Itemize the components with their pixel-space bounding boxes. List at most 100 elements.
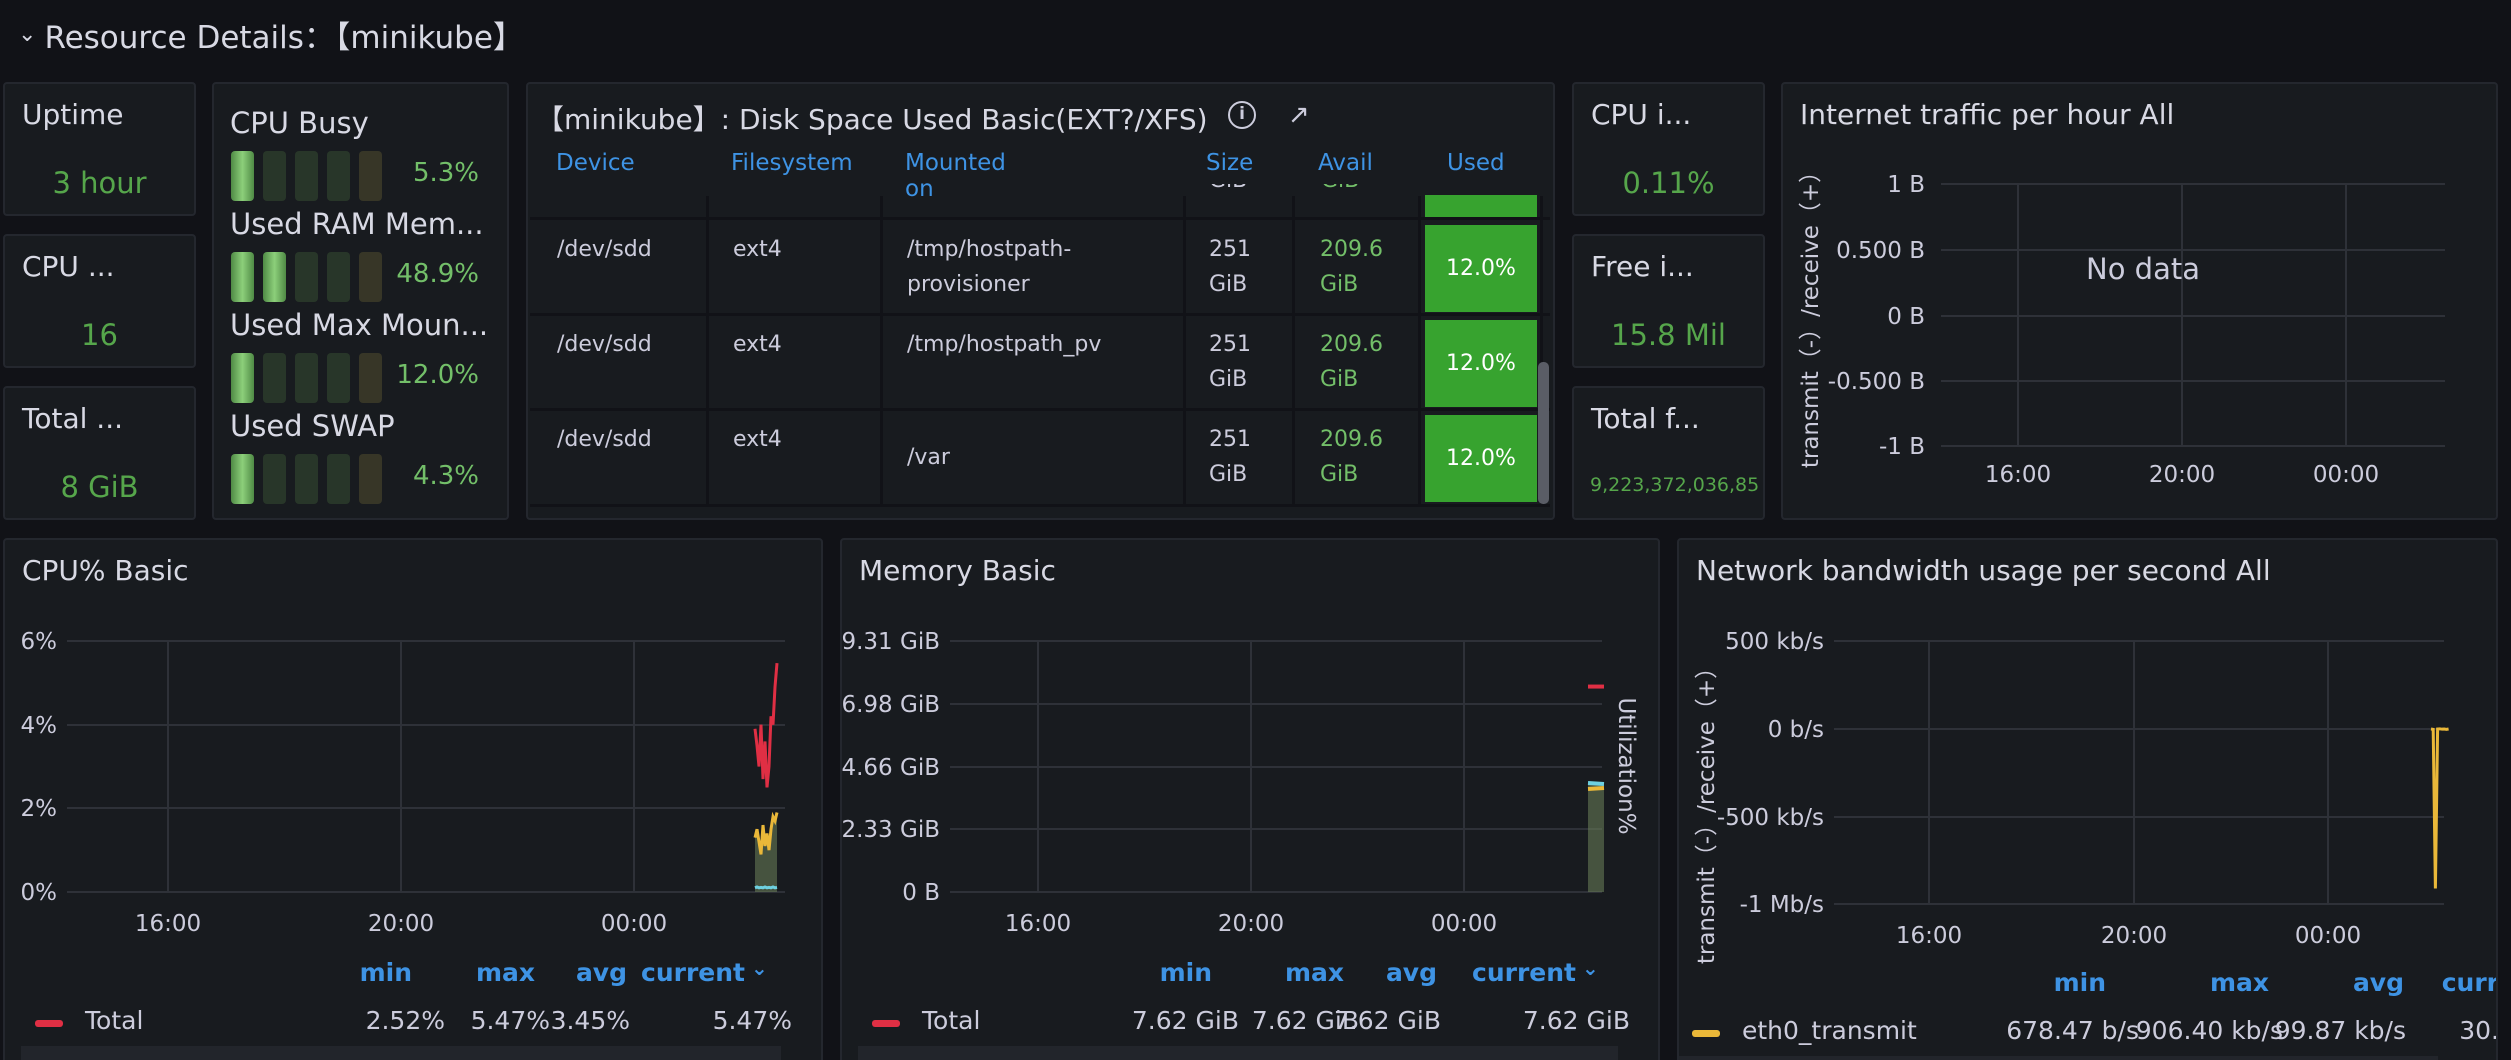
table-cell: provisioner bbox=[907, 272, 1030, 297]
legend-header: current bbox=[641, 958, 745, 987]
table-cell: ext4 bbox=[733, 427, 782, 452]
bar-gauge-panel[interactable]: CPU Busy 5.3% Used RAM Mem... 48.9% Used Max… bbox=[212, 82, 509, 520]
col-filesystem: Filesystem bbox=[731, 150, 853, 176]
y-tick-label: 2% bbox=[21, 796, 58, 822]
cpu-cores-panel[interactable]: CPU ... 16 bbox=[3, 234, 196, 368]
row-separator bbox=[530, 504, 1550, 507]
y-tick-label: 0 B bbox=[902, 880, 940, 906]
x-tick-label: 00:00 bbox=[2313, 462, 2379, 488]
y-tick-label: 0 b/s bbox=[1768, 717, 1824, 743]
series-eth0-transmit bbox=[2430, 727, 2449, 889]
memory-basic-panel[interactable]: Memory Basic 9.31 GiB 6.98 GiB 4.66 GiB 2.3… bbox=[840, 538, 1660, 1060]
y-tick-label: -0.500 B bbox=[1828, 369, 1925, 395]
used-area bbox=[1588, 783, 1604, 892]
table-cell: ext4 bbox=[733, 237, 782, 262]
panel-title: Uptime bbox=[22, 98, 124, 131]
uptime-panel[interactable]: Uptime 3 hour bbox=[3, 82, 196, 216]
table-cell: /dev/sdd bbox=[557, 332, 652, 357]
x-tick-label: 00:00 bbox=[1431, 911, 1497, 937]
gauge-label: Used SWAP bbox=[230, 409, 395, 443]
table-cell: GiB bbox=[1209, 462, 1248, 487]
stat-value: 0.11% bbox=[1622, 166, 1715, 200]
row-title: Resource Details：【minikube】 bbox=[44, 19, 524, 56]
table-cell: /dev/sdd bbox=[557, 237, 652, 262]
legend-header: current bbox=[1472, 958, 1576, 987]
row-separator bbox=[530, 313, 1550, 316]
y-axis-label: transmit（-）/receive（+） bbox=[1798, 160, 1824, 468]
legend-name: Total bbox=[922, 1006, 981, 1035]
y-tick-label: 6.98 GiB bbox=[842, 692, 940, 718]
gauge-segment bbox=[359, 252, 382, 302]
y-tick-label: 4% bbox=[21, 713, 58, 739]
chevron-down-icon[interactable]: ⌄ bbox=[18, 22, 36, 47]
disk-space-table-panel[interactable]: 【minikube】: Disk Space Used Basic(EXT?/X… bbox=[526, 82, 1555, 520]
gauge-segment bbox=[327, 252, 350, 302]
gauge-value: 4.3% bbox=[412, 461, 479, 491]
series-used bbox=[1587, 786, 1605, 791]
legend-scrollbar bbox=[1679, 1056, 2438, 1060]
table-cell: GiB bbox=[1320, 272, 1359, 297]
panel-title: Total ... bbox=[22, 402, 123, 435]
stat-value: 15.8 Mil bbox=[1611, 318, 1726, 352]
used-cell: 12.0% bbox=[1425, 225, 1537, 312]
panel-title: CPU ... bbox=[22, 250, 115, 283]
cpu-iowait-panel[interactable]: CPU i... 0.11% bbox=[1572, 82, 1765, 216]
table-cell: /tmp/hostpath- bbox=[907, 237, 1072, 262]
legend-name: eth0_transmit bbox=[1742, 1016, 1917, 1045]
gauge-segment bbox=[359, 151, 382, 201]
table-cell: GiB bbox=[1209, 272, 1248, 297]
used-cell: 12.0% bbox=[1425, 320, 1537, 407]
col-avail: Avail bbox=[1318, 150, 1373, 176]
info-icon[interactable]: i bbox=[1228, 101, 1256, 129]
y-tick-label: 500 kb/s bbox=[1725, 629, 1824, 655]
total-ram-panel[interactable]: Total ... 8 GiB bbox=[3, 386, 196, 520]
x-tick-label: 00:00 bbox=[601, 911, 667, 937]
table-cell: ext4 bbox=[733, 332, 782, 357]
x-tick-label: 20:00 bbox=[368, 911, 434, 937]
external-link-icon[interactable]: ↗ bbox=[1288, 100, 1310, 130]
internet-traffic-panel[interactable]: Internet traffic per hour All 1 B 0.500 B… bbox=[1781, 82, 2498, 520]
chevron-down-icon: ⌄ bbox=[1582, 956, 1599, 980]
total-fd-panel[interactable]: Total f... 9,223,372,036,85 bbox=[1572, 386, 1765, 520]
y-tick-label: 0 B bbox=[1887, 304, 1925, 330]
x-tick-label: 16:00 bbox=[1005, 911, 1071, 937]
table-cell: 251 bbox=[1209, 332, 1251, 357]
col-separator bbox=[880, 196, 883, 504]
table-cell: 209.6 bbox=[1320, 237, 1383, 262]
legend-header: avg bbox=[1385, 958, 1437, 987]
gauge-segment bbox=[327, 151, 350, 201]
panel-title: Total f... bbox=[1591, 402, 1700, 435]
row-separator bbox=[530, 217, 1550, 220]
x-tick-label: 16:00 bbox=[1985, 462, 2051, 488]
gauge-segment bbox=[231, 454, 254, 504]
table-cell: GiB bbox=[1320, 462, 1359, 487]
used-cell bbox=[1425, 195, 1537, 219]
legend-swatch bbox=[872, 1020, 900, 1027]
panel-title: 【minikube】: Disk Space Used Basic(EXT?/X… bbox=[536, 103, 1208, 136]
gauge-label: Used Max Moun... bbox=[230, 308, 489, 342]
table-cell: 209.6 bbox=[1320, 427, 1383, 452]
table-cell: 251 bbox=[1209, 237, 1251, 262]
free-inodes-panel[interactable]: Free i... 15.8 Mil bbox=[1572, 234, 1765, 368]
y-tick-label: 4.66 GiB bbox=[842, 755, 940, 781]
legend-header: avg bbox=[575, 958, 627, 987]
user-area bbox=[755, 812, 777, 892]
legend-value: 7.62 GiB bbox=[1522, 1006, 1630, 1035]
stat-value: 8 GiB bbox=[60, 470, 139, 504]
gauge-segment bbox=[359, 454, 382, 504]
y-tick-label: 2.33 GiB bbox=[842, 817, 940, 843]
y-tick-label: 0.500 B bbox=[1836, 238, 1925, 264]
gauge-segment bbox=[263, 151, 286, 201]
col-separator bbox=[1292, 196, 1295, 504]
table-cell: GiB bbox=[1320, 367, 1359, 392]
y-tick-label: 6% bbox=[21, 629, 58, 655]
network-bandwidth-panel[interactable]: Network bandwidth usage per second All 5… bbox=[1677, 538, 2498, 1060]
x-tick-label: 00:00 bbox=[2295, 923, 2361, 949]
gauge-segment bbox=[295, 353, 318, 403]
cpu-basic-panel[interactable]: CPU% Basic 6% 4% 2% 0% 16:00 20:00 00:00 min ma… bbox=[3, 538, 823, 1060]
row-header[interactable]: ⌄ Resource Details：【minikube】 bbox=[18, 14, 524, 56]
y-tick-label: -1 B bbox=[1879, 434, 1925, 460]
legend-value: 5.47% bbox=[712, 1006, 792, 1035]
gauge-segment bbox=[263, 353, 286, 403]
table-cell: /tmp/hostpath_pv bbox=[907, 332, 1102, 357]
